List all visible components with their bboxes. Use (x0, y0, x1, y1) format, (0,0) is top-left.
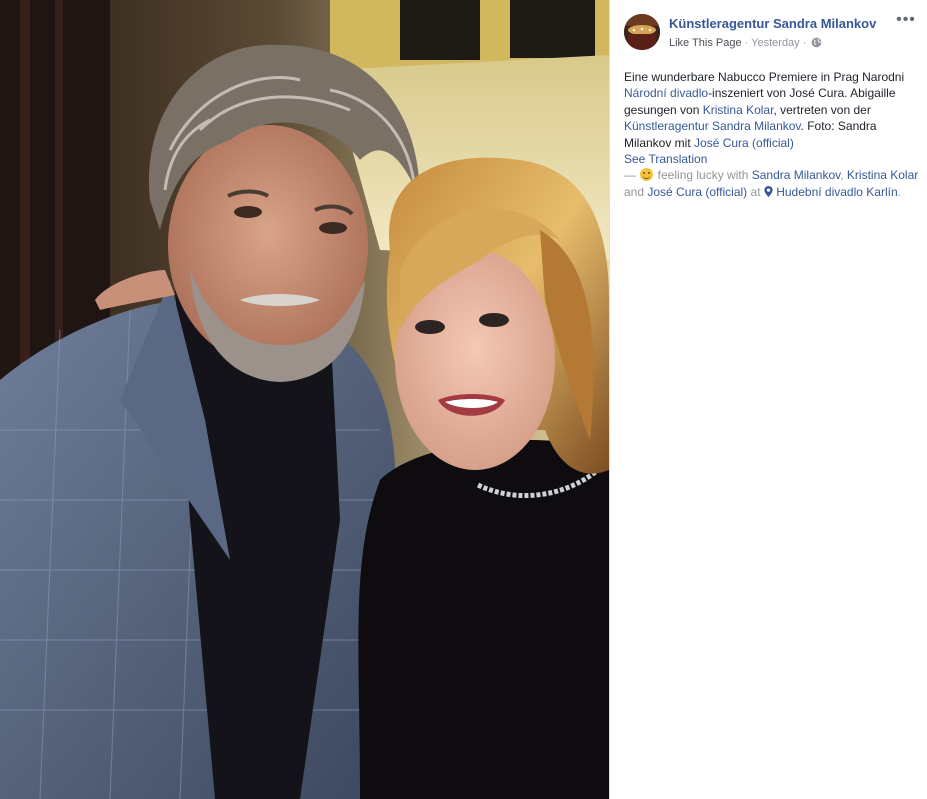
globe-icon[interactable] (811, 37, 822, 51)
post-meta: Like This Page · Yesterday · (669, 37, 822, 51)
post-header: Künstleragentur Sandra Milankov Like Thi… (624, 12, 924, 57)
location-pin-icon (764, 185, 773, 201)
page-avatar[interactable] (624, 14, 660, 50)
post-photo[interactable] (0, 0, 609, 799)
mention-narodni-divadlo[interactable]: Národní divadlo (624, 86, 708, 100)
more-options-button[interactable]: ••• (896, 12, 916, 29)
see-translation-link[interactable]: See Translation (624, 152, 707, 166)
feeling-text: feeling lucky with (654, 168, 752, 183)
mention-jose-cura[interactable]: José Cura (official) (694, 136, 794, 150)
post-period: . (897, 184, 901, 199)
tag-jose-cura[interactable]: José Cura (official) (647, 185, 747, 199)
post-text: , vertreten von der (773, 102, 871, 117)
post-timestamp[interactable]: Yesterday (751, 37, 800, 49)
post-text: Eine wunderbare Nabucco Premiere in Prag… (624, 70, 905, 84)
tag-separator: , (840, 168, 847, 183)
meta-separator-2: · (799, 37, 810, 49)
mention-kristina-kolar[interactable]: Kristina Kolar (703, 103, 774, 117)
more-dots-icon: ••• (896, 11, 916, 28)
selfie-image (0, 0, 609, 799)
tag-and: and (624, 184, 648, 199)
page-name-link[interactable]: Künstleragentur Sandra Milankov (669, 16, 876, 31)
meta-separator: · (741, 37, 752, 49)
photo-viewer: Künstleragentur Sandra Milankov Like Thi… (0, 0, 927, 799)
post-side-panel: Künstleragentur Sandra Milankov Like Thi… (609, 0, 927, 799)
tag-kristina-kolar[interactable]: Kristina Kolar (847, 168, 918, 182)
tag-sandra-milankov[interactable]: Sandra Milankov (752, 168, 841, 182)
like-page-link[interactable]: Like This Page (669, 37, 742, 49)
mention-kunstleragentur[interactable]: Künstleragentur Sandra Milankov (624, 119, 801, 133)
avatar-image (624, 14, 660, 50)
activity-dash: — (624, 168, 640, 183)
feeling-lucky-emoji-icon (640, 168, 654, 182)
post-message: Eine wunderbare Nabucco Premiere in Prag… (624, 69, 924, 201)
location-at: at (747, 184, 764, 199)
location-link[interactable]: Hudební divadlo Karlín (776, 185, 897, 199)
